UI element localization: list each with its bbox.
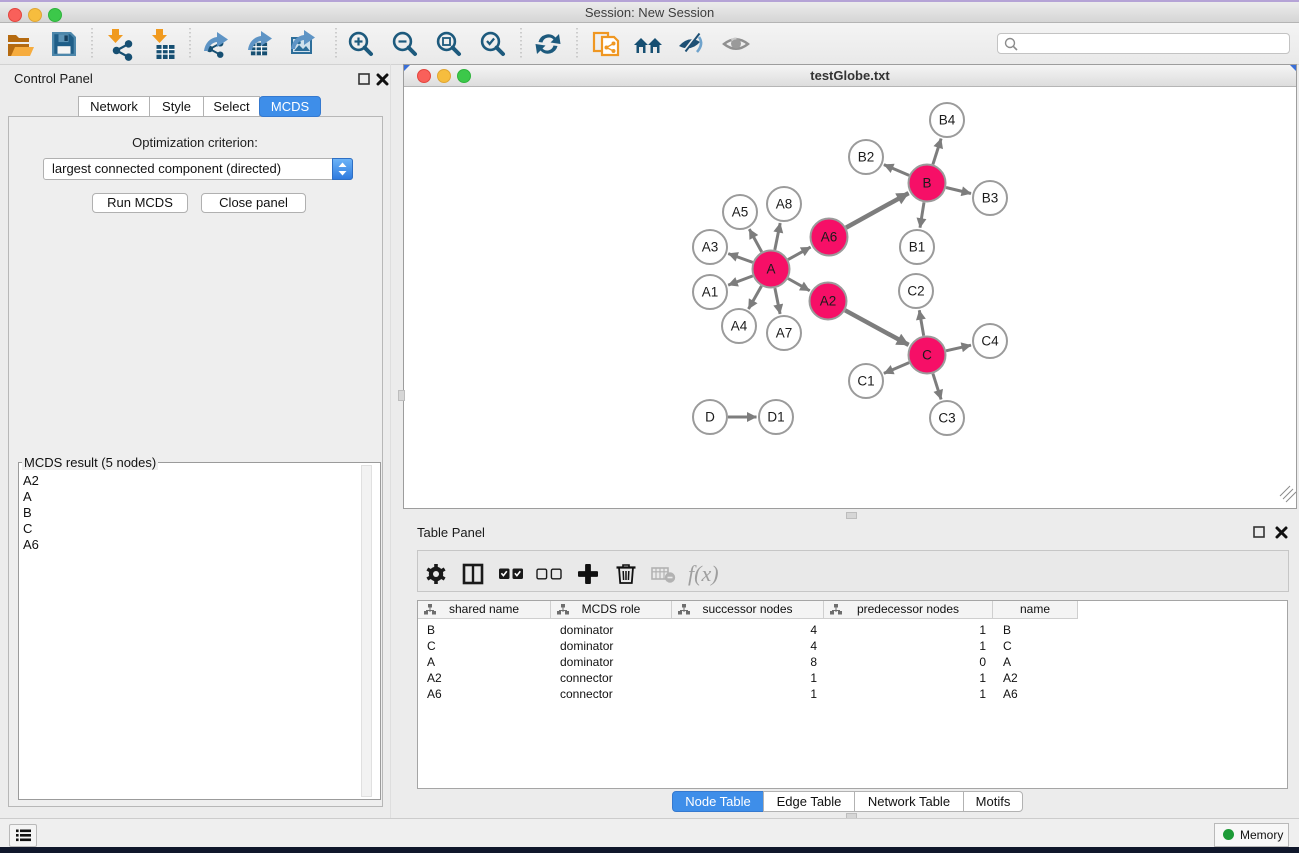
svg-text:C2: C2 (907, 284, 924, 299)
svg-text:D: D (705, 410, 715, 425)
svg-text:f(x): f(x) (688, 561, 719, 586)
svg-text:D1: D1 (767, 410, 784, 425)
svg-text:C3: C3 (938, 411, 955, 426)
svg-text:A3: A3 (702, 240, 719, 255)
svg-text:A2: A2 (820, 294, 837, 309)
svg-text:A4: A4 (731, 319, 748, 334)
svg-text:A1: A1 (702, 285, 719, 300)
svg-text:C1: C1 (857, 374, 874, 389)
svg-text:B4: B4 (939, 113, 956, 128)
svg-text:C4: C4 (981, 334, 999, 349)
svg-text:B: B (922, 176, 931, 191)
svg-text:B2: B2 (858, 150, 875, 165)
svg-text:A8: A8 (776, 197, 793, 212)
svg-text:A6: A6 (821, 230, 838, 245)
svg-text:C: C (922, 348, 932, 363)
svg-text:A5: A5 (732, 205, 749, 220)
svg-text:A: A (766, 262, 775, 277)
svg-text:B3: B3 (982, 191, 999, 206)
svg-text:A7: A7 (776, 326, 793, 341)
svg-text:B1: B1 (909, 240, 926, 255)
